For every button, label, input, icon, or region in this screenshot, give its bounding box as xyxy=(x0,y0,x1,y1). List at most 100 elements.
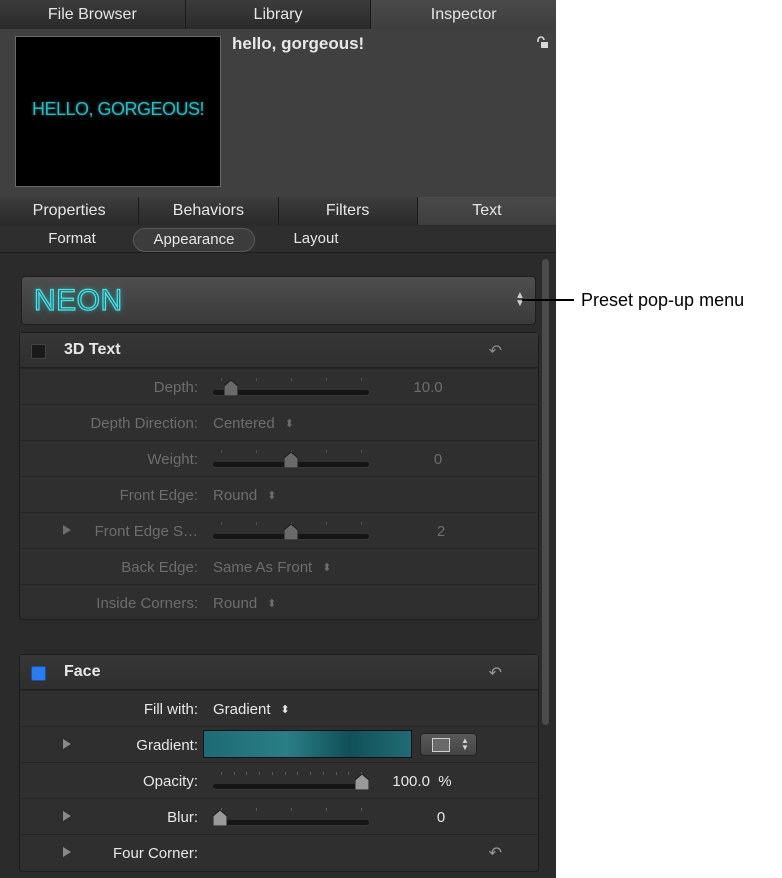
front-edge-size-slider[interactable] xyxy=(213,522,369,542)
disclosure-triangle-icon[interactable] xyxy=(63,525,71,535)
tab-text[interactable]: Text xyxy=(417,197,556,225)
inspector-panel: File Browser Library Inspector HELLO, GO… xyxy=(0,0,556,878)
gradient-preset-button[interactable]: ▲ ▼ xyxy=(420,733,477,756)
up-down-arrows-icon: ⬍ xyxy=(280,704,290,716)
front-edge-value: Round xyxy=(213,487,258,504)
section-3d-text: 3D Text ↶ Depth: 10.0 Depth Direction: C… xyxy=(19,332,539,620)
blur-slider[interactable] xyxy=(212,808,369,828)
slider-tick xyxy=(285,772,286,775)
slider-tick xyxy=(256,808,257,811)
slider-tick xyxy=(361,808,362,811)
slider-tick xyxy=(326,522,327,525)
slider-thumb[interactable] xyxy=(354,773,370,791)
row-blur: Blur: 0 xyxy=(20,798,538,835)
opacity-label: Opacity: xyxy=(142,773,198,790)
enable-3d-text-checkbox[interactable] xyxy=(31,344,46,359)
slider-tick xyxy=(297,772,298,775)
slider-tick xyxy=(246,772,247,775)
slider-thumb[interactable] xyxy=(283,451,299,469)
inside-corners-value: Round xyxy=(213,595,258,612)
slider-track xyxy=(213,784,369,789)
preset-label: NEON xyxy=(33,283,123,317)
slider-tick xyxy=(221,450,222,453)
section-face: Face ↶ Fill with: Gradient ⬍ Gradient: ▲ ▼… xyxy=(19,654,539,872)
disclosure-triangle-icon[interactable] xyxy=(63,847,71,857)
reset-arrow-icon[interactable]: ↶ xyxy=(489,843,502,863)
up-down-arrows-icon: ⬍ xyxy=(322,562,332,574)
slider-tick xyxy=(272,772,273,775)
preview-thumbnail: HELLO, GORGEOUS! xyxy=(15,36,221,187)
layer-title: hello, gorgeous! xyxy=(232,34,365,53)
subtab-layout[interactable]: Layout xyxy=(272,226,360,252)
reset-arrow-icon[interactable]: ↶ xyxy=(489,341,502,361)
row-front-edge: Front Edge: Round ⬍ xyxy=(20,476,538,513)
lock-icon[interactable] xyxy=(536,36,549,49)
row-front-edge-size: Front Edge S… 2 xyxy=(20,512,538,549)
tab-filters[interactable]: Filters xyxy=(278,197,418,225)
front-edge-size-label: Front Edge S… xyxy=(94,523,198,540)
disclosure-triangle-icon[interactable] xyxy=(63,811,71,821)
blur-value[interactable]: 0 xyxy=(401,809,481,826)
top-tab-bar: File Browser Library Inspector xyxy=(0,0,556,29)
up-down-arrows-icon: ⬍ xyxy=(267,490,277,502)
slider-tick xyxy=(361,378,362,381)
weight-value[interactable]: 0 xyxy=(398,451,478,468)
section-header-face: Face ↶ xyxy=(20,655,538,690)
weight-slider[interactable] xyxy=(213,450,369,470)
tab-file-browser[interactable]: File Browser xyxy=(0,0,186,29)
row-inside-corners: Inside Corners: Round ⬍ xyxy=(20,584,538,619)
slider-tick xyxy=(310,772,311,775)
up-down-arrows-icon: ⬍ xyxy=(267,598,277,610)
gradient-swatch[interactable] xyxy=(203,730,412,758)
reset-arrow-icon[interactable]: ↶ xyxy=(489,663,502,683)
scrollbar-thumb[interactable] xyxy=(542,259,549,725)
slider-tick xyxy=(256,522,257,525)
slider-thumb[interactable] xyxy=(223,379,239,397)
back-edge-label: Back Edge: xyxy=(121,559,198,576)
slider-thumb[interactable] xyxy=(283,523,299,541)
slider-track xyxy=(213,820,369,825)
slider-tick xyxy=(336,772,337,775)
back-edge-popup[interactable]: Same As Front ⬍ xyxy=(213,559,331,576)
row-gradient: Gradient: ▲ ▼ xyxy=(20,726,538,763)
opacity-value[interactable]: 100.0 % xyxy=(382,773,462,790)
slider-thumb[interactable] xyxy=(212,809,228,827)
depth-direction-popup[interactable]: Centered ⬍ xyxy=(213,415,294,432)
disclosure-triangle-icon[interactable] xyxy=(63,739,71,749)
inside-corners-popup[interactable]: Round ⬍ xyxy=(213,595,276,612)
weight-label: Weight: xyxy=(147,451,198,468)
opacity-slider[interactable] xyxy=(213,772,370,792)
tab-library[interactable]: Library xyxy=(185,0,372,29)
enable-face-checkbox[interactable] xyxy=(31,666,46,681)
fill-with-popup[interactable]: Gradient ⬍ xyxy=(213,701,290,718)
front-edge-popup[interactable]: Round ⬍ xyxy=(213,487,276,504)
slider-tick xyxy=(221,772,222,775)
depth-label: Depth: xyxy=(153,379,198,396)
up-down-arrows-icon: ▲ ▼ xyxy=(461,736,469,752)
subtab-appearance[interactable]: Appearance xyxy=(133,228,255,252)
sub-tab-bar: Format Appearance Layout xyxy=(0,226,556,253)
slider-tick xyxy=(348,772,349,775)
depth-direction-label: Depth Direction: xyxy=(90,415,198,432)
slider-tick xyxy=(259,772,260,775)
slider-tick xyxy=(361,522,362,525)
slider-ticks xyxy=(213,772,369,778)
slider-tick xyxy=(234,772,235,775)
front-edge-size-value[interactable]: 2 xyxy=(401,523,481,540)
fill-with-value: Gradient xyxy=(213,701,271,718)
preview-text: HELLO, GORGEOUS! xyxy=(31,99,205,119)
subtab-format[interactable]: Format xyxy=(28,226,116,252)
section-title-3d-text: 3D Text xyxy=(64,341,121,358)
tab-behaviors[interactable]: Behaviors xyxy=(139,197,279,225)
depth-slider[interactable] xyxy=(213,378,369,398)
tab-inspector[interactable]: Inspector xyxy=(371,0,556,29)
inspector-header: HELLO, GORGEOUS! hello, gorgeous! xyxy=(0,29,556,197)
depth-value[interactable]: 10.0 xyxy=(388,379,468,396)
opacity-unit: % xyxy=(438,773,452,790)
callout-line xyxy=(522,299,574,301)
preset-popup-menu[interactable]: NEON ▲ ▼ xyxy=(21,276,536,325)
four-corner-label: Four Corner: xyxy=(112,845,198,862)
front-edge-label: Front Edge: xyxy=(119,487,198,504)
tab-properties[interactable]: Properties xyxy=(0,197,140,225)
slider-tick xyxy=(221,522,222,525)
